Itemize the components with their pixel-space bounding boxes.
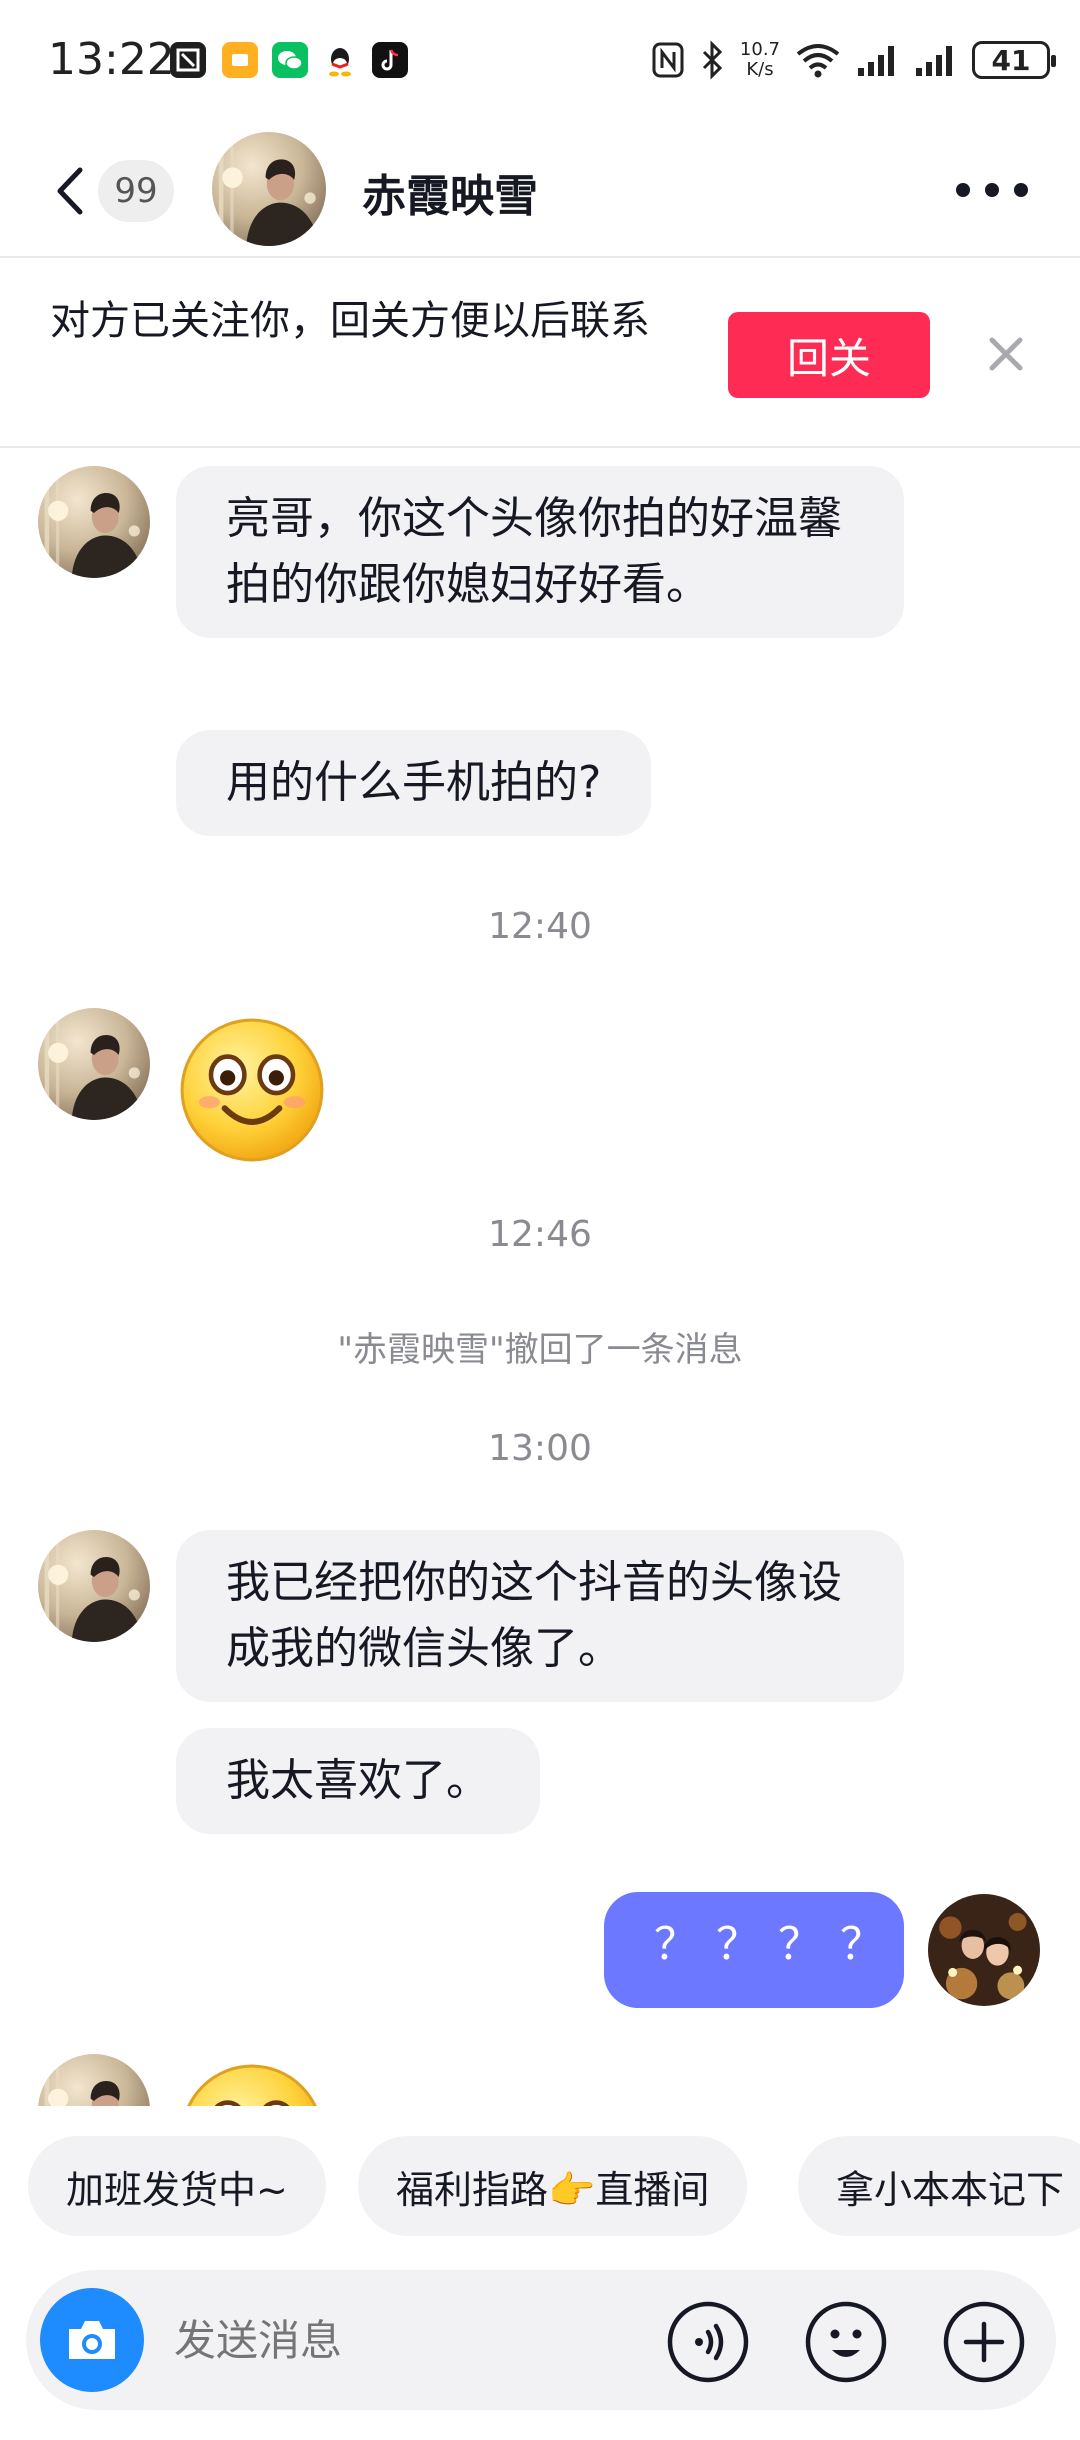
message-time: 13:00 bbox=[488, 1428, 592, 1469]
voice-icon[interactable] bbox=[666, 2300, 750, 2384]
contact-avatar[interactable] bbox=[38, 1008, 150, 1120]
contact-avatar[interactable] bbox=[38, 2054, 150, 2106]
net-speed-value: 10.7 bbox=[739, 39, 780, 60]
back-button[interactable]: 99 bbox=[52, 158, 182, 224]
plus-icon[interactable] bbox=[942, 2300, 1026, 2384]
emoji-icon[interactable] bbox=[804, 2300, 888, 2384]
message-time: 12:46 bbox=[488, 1214, 592, 1255]
recall-notice: "赤霞映雪"撤回了一条消息 bbox=[337, 1330, 743, 1370]
camera-icon bbox=[69, 2321, 115, 2359]
camera-button[interactable] bbox=[40, 2288, 144, 2392]
smiling-face-emoji[interactable] bbox=[176, 1014, 328, 1166]
status-indicators: 10.7 K/s 41 bbox=[650, 36, 1056, 84]
quick-reply-chip[interactable]: 福利指路👉直播间 bbox=[358, 2136, 748, 2236]
message-bubble[interactable]: 我太喜欢了。 bbox=[176, 1728, 540, 1834]
message-input[interactable] bbox=[174, 2308, 654, 2372]
message-list[interactable]: 亮哥，你这个头像你拍的好温馨拍的你跟你媳妇好好看。 用的什么手机拍的? 12:4… bbox=[0, 450, 1080, 2106]
contact-avatar[interactable] bbox=[38, 466, 150, 578]
follow-prompt-text: 对方已关注你，回关方便以后联系 bbox=[50, 298, 650, 344]
status-time: 13:22 bbox=[48, 34, 175, 85]
screenshot-app-icon bbox=[170, 42, 206, 78]
tiktok-icon bbox=[372, 42, 408, 78]
message-time: 12:40 bbox=[488, 906, 592, 947]
net-speed: 10.7 K/s bbox=[740, 40, 780, 80]
message-bubble[interactable]: 我已经把你的这个抖音的头像设成我的微信头像了。 bbox=[176, 1530, 904, 1702]
follow-back-button[interactable]: 回关 bbox=[728, 312, 930, 398]
quick-reply-bar: 加班发货中~ 福利指路👉直播间 拿小本本记下 bbox=[0, 2136, 1080, 2240]
back-icon bbox=[57, 167, 83, 215]
wifi-icon bbox=[796, 44, 840, 78]
contact-name[interactable]: 赤霞映雪 bbox=[362, 160, 538, 224]
my-avatar[interactable] bbox=[928, 1894, 1040, 2006]
qq-icon bbox=[322, 42, 358, 78]
net-speed-unit: K/s bbox=[746, 59, 774, 80]
unread-count-badge: 99 bbox=[98, 160, 174, 222]
contact-avatar[interactable] bbox=[38, 1530, 150, 1642]
wechat-icon bbox=[272, 42, 308, 78]
quick-reply-chip[interactable]: 加班发货中~ bbox=[28, 2136, 326, 2236]
orange-app-icon bbox=[222, 42, 258, 78]
follow-banner: 对方已关注你，回关方便以后联系 回关 bbox=[0, 260, 1080, 448]
signal-icon bbox=[916, 46, 952, 76]
chat-header: 99 赤霞映雪 bbox=[0, 130, 1080, 258]
message-bubble[interactable]: 用的什么手机拍的? bbox=[176, 730, 652, 836]
signal-icon bbox=[858, 46, 894, 76]
battery-icon: 41 bbox=[972, 41, 1056, 79]
close-icon[interactable] bbox=[982, 330, 1030, 378]
my-message-bubble[interactable]: ？？？？ bbox=[604, 1892, 904, 2008]
quick-reply-chip[interactable]: 拿小本本记下 bbox=[798, 2136, 1080, 2236]
message-bubble[interactable]: 亮哥，你这个头像你拍的好温馨拍的你跟你媳妇好好看。 bbox=[176, 466, 904, 638]
message-input-bar bbox=[26, 2270, 1056, 2410]
status-bar: 13:22 10.7 K/s 41 bbox=[0, 0, 1080, 120]
contact-avatar[interactable] bbox=[212, 132, 326, 246]
bluetooth-icon bbox=[702, 40, 723, 80]
more-icon[interactable] bbox=[956, 180, 1028, 200]
nfc-icon bbox=[652, 42, 684, 78]
smiling-face-emoji[interactable] bbox=[176, 2060, 328, 2106]
